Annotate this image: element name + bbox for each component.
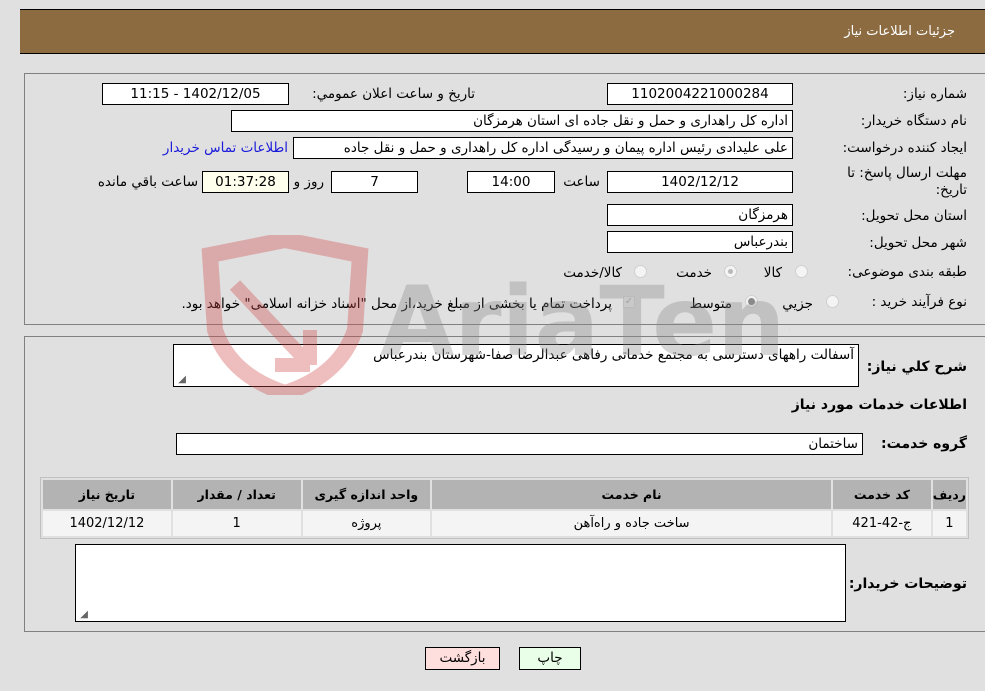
page-title: جزئیات اطلاعات نیاز xyxy=(844,24,955,39)
city-label: شهر محل تحويل: xyxy=(869,235,967,251)
resize-grip-icon[interactable]: ◢ xyxy=(176,375,186,385)
creator-label: ايجاد کننده درخواست: xyxy=(842,140,967,156)
creator-field: علی علیدادی رئیس اداره پیمان و رسیدگی اد… xyxy=(293,137,793,159)
cell-unit: پروژه xyxy=(302,511,431,536)
description-text: آسفالت راههای دسترسی به مجتمع خدماتی رفا… xyxy=(373,347,854,363)
deadline-date-field: 1402/12/12 xyxy=(607,171,793,193)
resize-grip-icon[interactable]: ◢ xyxy=(78,610,88,620)
description-textarea[interactable]: آسفالت راههای دسترسی به مجتمع خدماتی رفا… xyxy=(173,344,859,387)
col-row-number: رديف xyxy=(932,480,966,509)
col-need-date: تاريخ نياز xyxy=(43,480,171,509)
process-option-minor: جزيي xyxy=(782,296,813,312)
services-table: رديف كد خدمت نام خدمت واحد اندازه گيری ت… xyxy=(40,477,969,539)
buyer-org-field: اداره کل راهداری و حمل و نقل جاده ای است… xyxy=(231,110,793,132)
cell-row-number: 1 xyxy=(932,511,966,536)
back-button[interactable]: بازگشت xyxy=(425,647,500,670)
days-label: روز و xyxy=(293,174,324,190)
cell-service-name: ساخت جاده و راه‌آهن xyxy=(432,511,831,536)
treasury-note: پرداخت تمام يا بخشی از مبلغ خريد،از محل … xyxy=(181,296,612,312)
col-service-name: نام خدمت xyxy=(432,480,831,509)
treasury-checkbox[interactable]: ✓ xyxy=(623,296,635,308)
city-field: بندرعباس xyxy=(607,231,793,253)
remaining-time-field: 01:37:28 xyxy=(202,171,289,193)
remaining-time-label: ساعت باقي مانده xyxy=(97,174,198,190)
announce-date-field: 1402/12/05 - 11:15 xyxy=(102,83,289,105)
process-radio-minor[interactable] xyxy=(826,295,839,308)
service-group-label: گروه خدمت: xyxy=(881,436,967,452)
col-quantity: تعداد / مقدار xyxy=(172,480,301,509)
province-field: هرمزگان xyxy=(607,204,793,226)
deadline-time-label: ساعت xyxy=(563,174,600,190)
remaining-days-field: 7 xyxy=(331,171,418,193)
buyer-notes-textarea[interactable]: ◢ xyxy=(75,544,846,622)
deadline-time-field: 14:00 xyxy=(467,171,555,193)
buyer-notes-label: توضيحات خريدار: xyxy=(848,576,967,592)
process-radio-medium[interactable] xyxy=(745,295,758,308)
deadline-label: مهلت ارسال پاسخ: تا تاريخ: xyxy=(847,165,967,198)
category-radio-goods[interactable] xyxy=(795,265,808,278)
category-radio-service[interactable] xyxy=(724,265,737,278)
buyer-org-label: نام دستگاه خريدار: xyxy=(860,113,967,129)
cell-quantity: 1 xyxy=(172,511,301,536)
process-type-label: نوع فرآيند خريد : xyxy=(871,294,967,310)
need-number-label: شماره نیاز: xyxy=(902,86,967,102)
need-number-field: 1102004221000284 xyxy=(607,83,793,105)
description-label: شرح كلي نياز: xyxy=(866,359,967,375)
province-label: استان محل تحويل: xyxy=(861,208,967,224)
category-option-goods-service: کالا/خدمت xyxy=(563,265,622,281)
cell-need-date: 1402/12/12 xyxy=(43,511,171,536)
services-section-title: اطلاعات خدمات مورد نياز xyxy=(791,397,967,413)
category-label: طبقه بندی موضوعی: xyxy=(847,264,967,280)
page-header: جزئیات اطلاعات نیاز xyxy=(20,9,985,54)
announce-date-label: تاريخ و ساعت اعلان عمومي: xyxy=(312,86,475,102)
category-radio-goods-service[interactable] xyxy=(634,265,647,278)
col-service-code: كد خدمت xyxy=(832,480,931,509)
service-group-field: ساختمان xyxy=(176,433,863,455)
table-header-row: رديف كد خدمت نام خدمت واحد اندازه گيری ت… xyxy=(43,480,966,509)
category-option-service: خدمت xyxy=(676,265,712,281)
col-unit: واحد اندازه گيری xyxy=(302,480,431,509)
buyer-contact-link[interactable]: اطلاعات تماس خريدار xyxy=(163,140,288,156)
cell-service-code: ج-42-421 xyxy=(832,511,931,536)
table-row: 1 ج-42-421 ساخت جاده و راه‌آهن پروژه 1 1… xyxy=(43,511,966,536)
category-option-goods: کالا xyxy=(763,265,782,281)
process-option-medium: متوسط xyxy=(689,296,732,312)
print-button[interactable]: چاپ xyxy=(519,647,581,670)
